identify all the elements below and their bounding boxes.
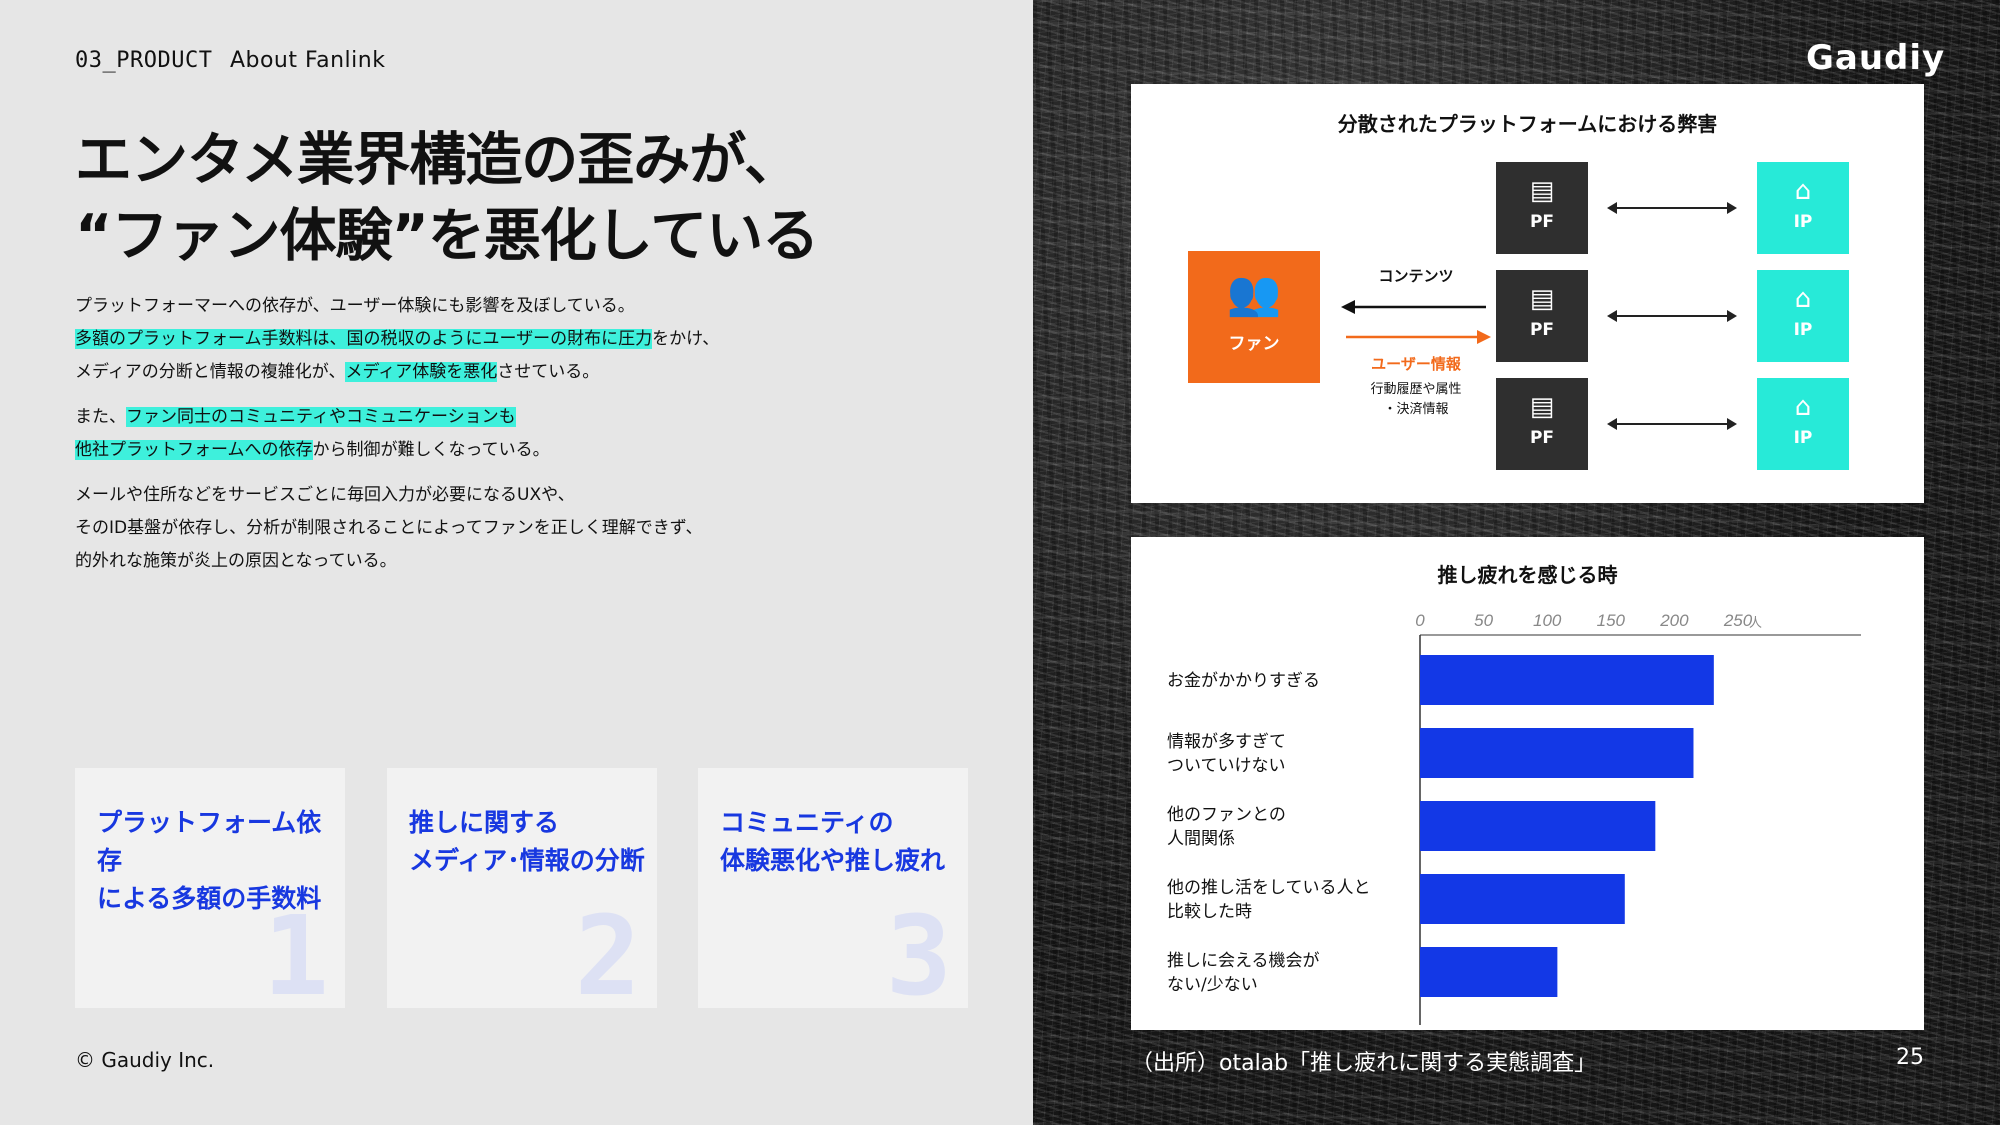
- issue-card-2: 推しに関する メディア･情報の分断 2: [387, 768, 657, 1008]
- pf-label: PF: [1529, 428, 1555, 448]
- x-axis-unit: 人: [1749, 616, 1762, 631]
- category-label: 人間関係: [1167, 829, 1235, 849]
- gaudiy-logo: Gaudiy: [1806, 38, 1946, 78]
- ip-box-1: ⌂ IP: [1757, 162, 1849, 254]
- bar: [1420, 655, 1714, 705]
- x-tick-label: 100: [1533, 611, 1562, 630]
- category-label: ついていけない: [1167, 756, 1286, 776]
- p1-line2-rest: をかけ、: [652, 329, 720, 349]
- x-tick-label: 50: [1474, 611, 1493, 630]
- p3-line2: そのID基盤が依存し、分析が制限されることによってファンを正しく理解できず、: [75, 518, 703, 538]
- category-label: 情報が多すぎて: [1167, 732, 1286, 752]
- bar-chart: 0 50 100 150 200 250人お金がかかりすぎる情報が多すぎてついていけない他…: [1167, 611, 1861, 1025]
- userinfo-arrow-head: [1477, 330, 1491, 344]
- card-number: 1: [262, 892, 329, 1008]
- bar: [1420, 801, 1656, 851]
- section-label: 03_PRODUCT About Fanlink: [75, 48, 385, 73]
- p1-line1: プラットフォーマーへの依存が、ユーザー体験にも影響を及ぼしている。: [75, 296, 635, 316]
- fan-box: 👥 ファン: [1188, 251, 1320, 383]
- category-label: 比較した時: [1167, 902, 1252, 922]
- paragraph-3: メールや住所などをサービスごとに毎回入力が必要になるUXや、 そのID基盤が依存…: [75, 479, 975, 578]
- p2-highlight-2: 他社プラットフォームへの依存: [75, 440, 313, 460]
- section-number: 03_PRODUCT: [75, 48, 213, 73]
- chart-panel: 推し疲れを感じる時 0 50 100 150 200 250 人お金がかかりすぎる 情報が多す…: [1131, 537, 1924, 1030]
- ip-label: IP: [1793, 320, 1813, 340]
- body-text: プラットフォーマーへの依存が、ユーザー体験にも影響を及ぼしている。 多額のプラッ…: [75, 290, 975, 590]
- pf-label: PF: [1529, 320, 1555, 340]
- slide-title: エンタメ業界構造の歪みが、 “ファン体験”を悪化している: [75, 122, 975, 274]
- x-tick-label: 200: [1659, 611, 1689, 630]
- card-title-line2: 体験悪化や推し疲れ: [720, 846, 946, 875]
- p2-line2-rest: から制御が難しくなっている。: [312, 440, 550, 460]
- building-icon: ▤: [1529, 176, 1555, 206]
- page-number: 25: [1896, 1045, 1924, 1070]
- p1-highlight-1: 多額のプラットフォーム手数料は、国の税収のようにユーザーの財布に圧力: [75, 329, 653, 349]
- ip-label: IP: [1793, 428, 1813, 448]
- x-tick-label: 0: [1415, 611, 1425, 630]
- p1-line3-b: させている。: [497, 362, 600, 382]
- user-info-detail: 行動履歴や属性 ・決済情報: [1336, 380, 1496, 420]
- p2-line1-a: また、: [75, 407, 126, 427]
- ghost-icon: ⌂: [1794, 176, 1812, 206]
- card-number: 2: [574, 892, 641, 1008]
- bar: [1420, 947, 1558, 997]
- flow-arrows: [1341, 300, 1491, 344]
- issue-card-1: プラットフォーム依存 による多額の手数料 1: [75, 768, 345, 1008]
- title-line-2: “ファン体験”を悪化している: [75, 203, 819, 269]
- pf-box-3: ▤ PF: [1496, 378, 1588, 470]
- pf-box-2: ▤ PF: [1496, 270, 1588, 362]
- p2-highlight-1: ファン同士のコミュニティやコミュニケーションも: [126, 407, 516, 427]
- platform-diagram: 分散されたプラットフォームにおける弊害 👥 ファン コンテンツ ユーザー情報 行…: [1131, 84, 1924, 503]
- card-title: 推しに関する メディア･情報の分断: [409, 804, 649, 880]
- card-title-line2: メディア･情報の分断: [409, 846, 645, 875]
- pf-ip-arrow-2: [1607, 310, 1737, 322]
- pf-label: PF: [1529, 212, 1555, 232]
- user-info-detail-line1: 行動履歴や属性: [1370, 382, 1462, 397]
- category-label: お金がかかりすぎる: [1167, 671, 1320, 691]
- fan-label: ファン: [1228, 334, 1280, 354]
- p1-highlight-2: メディア体験を悪化: [345, 362, 498, 382]
- ip-box-3: ⌂ IP: [1757, 378, 1849, 470]
- card-title-line1: 推しに関する: [409, 808, 560, 837]
- section-name: About Fanlink: [229, 48, 386, 73]
- ip-label: IP: [1793, 212, 1813, 232]
- building-icon: ▤: [1529, 392, 1555, 422]
- title-line-1: エンタメ業界構造の歪みが、: [75, 127, 801, 193]
- contents-arrow-head: [1341, 300, 1355, 314]
- p1-line3-a: メディアの分断と情報の複雑化が、: [75, 362, 346, 382]
- ghost-icon: ⌂: [1794, 284, 1812, 314]
- ghost-icon: ⌂: [1794, 392, 1812, 422]
- p3-line3: 的外れな施策が炎上の原因となっている。: [75, 551, 397, 571]
- pf-ip-arrow-3: [1607, 418, 1737, 430]
- bar: [1420, 874, 1625, 924]
- ip-box-2: ⌂ IP: [1757, 270, 1849, 362]
- paragraph-2: また、ファン同士のコミュニティやコミュニケーションも 他社プラットフォームへの依…: [75, 401, 975, 467]
- card-title: コミュニティの 体験悪化や推し疲れ: [720, 804, 960, 880]
- bar: [1420, 728, 1694, 778]
- source-note: （出所）otalab「推し疲れに関する実態調査」: [1131, 1051, 1597, 1076]
- left-panel: 03_PRODUCT About Fanlink エンタメ業界構造の歪みが、 “…: [0, 0, 1033, 1125]
- issue-card-3: コミュニティの 体験悪化や推し疲れ 3: [698, 768, 968, 1008]
- paragraph-1: プラットフォーマーへの依存が、ユーザー体験にも影響を及ぼしている。 多額のプラッ…: [75, 290, 975, 389]
- user-info-detail-line2: ・決済情報: [1383, 402, 1449, 417]
- pf-box-1: ▤ PF: [1496, 162, 1588, 254]
- x-tick-label: 150: [1597, 611, 1626, 630]
- category-label: 推しに会える機会が: [1167, 951, 1320, 971]
- card-title-line1: プラットフォーム依存: [97, 808, 322, 875]
- category-label: 他のファンとの: [1167, 805, 1286, 825]
- card-number: 3: [885, 892, 952, 1008]
- p3-line1: メールや住所などをサービスごとに毎回入力が必要になるUXや、: [75, 485, 575, 505]
- card-title-line1: コミュニティの: [720, 808, 894, 837]
- pf-ip-arrow-1: [1607, 202, 1737, 214]
- category-label: 他の推し活をしている人と: [1167, 878, 1371, 898]
- people-icon: 👥: [1226, 268, 1282, 319]
- copyright: © Gaudiy Inc.: [75, 1048, 215, 1072]
- user-info-label: ユーザー情報: [1371, 355, 1461, 373]
- category-label: ない/少ない: [1167, 975, 1258, 995]
- building-icon: ▤: [1529, 284, 1555, 314]
- diagram-title: 分散されたプラットフォームにおける弊害: [1337, 112, 1718, 136]
- contents-label: コンテンツ: [1378, 267, 1454, 285]
